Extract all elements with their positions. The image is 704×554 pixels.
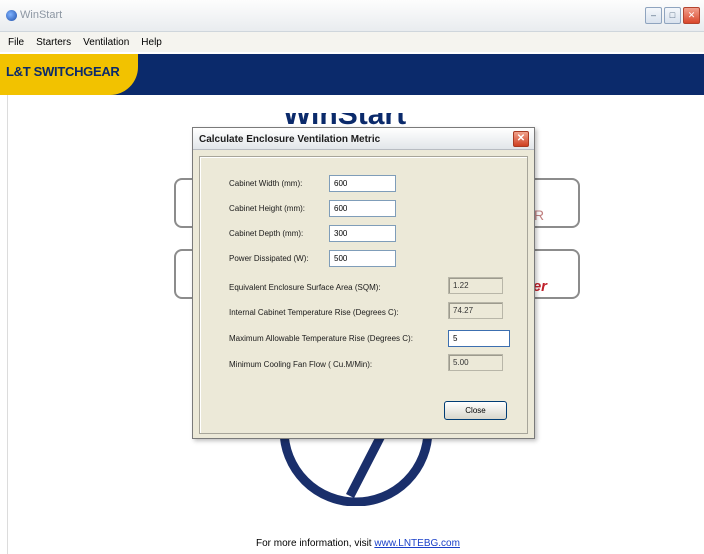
footer-text: For more information, visit www.LNTEBG.c… [256, 538, 460, 549]
ventilation-dialog: Calculate Enclosure Ventilation Metric ✕… [192, 127, 535, 439]
menu-ventilation[interactable]: Ventilation [83, 37, 129, 48]
footer-prefix: For more information, visit [256, 538, 372, 549]
menu-bar: File Starters Ventilation Help [0, 32, 704, 52]
window-title: WinStart [20, 9, 63, 21]
power-dissipated-label: Power Dissipated (W): [229, 254, 309, 263]
menu-starters[interactable]: Starters [36, 37, 71, 48]
lt-logo-graphic [279, 430, 433, 506]
window-controls: – □ ✕ [645, 7, 700, 24]
dialog-titlebar: Calculate Enclosure Ventilation Metric ✕ [193, 128, 534, 150]
window-titlebar: WinStart – □ ✕ [0, 0, 704, 32]
menu-file[interactable]: File [8, 37, 24, 48]
app-icon [6, 10, 17, 21]
cabinet-height-label: Cabinet Height (mm): [229, 204, 306, 213]
cabinet-depth-label: Cabinet Depth (mm): [229, 229, 304, 238]
surface-area-value: 1.22 [448, 277, 503, 294]
card-partial-label: R [534, 207, 545, 223]
brand-name: L&T SWITCHGEAR [6, 64, 120, 79]
cooling-fan-flow-value: 5.00 [448, 354, 503, 371]
cabinet-width-label: Cabinet Width (mm): [229, 179, 303, 188]
cabinet-width-input[interactable]: 600 [329, 175, 396, 192]
website-link[interactable]: www.LNTEBG.com [374, 538, 460, 549]
menu-help[interactable]: Help [141, 37, 162, 48]
close-window-button[interactable]: ✕ [683, 7, 700, 24]
brand-bar: L&T SWITCHGEAR [0, 54, 704, 95]
brand-logo: L&T SWITCHGEAR [0, 54, 138, 95]
close-button[interactable]: Close [444, 401, 507, 420]
max-temp-rise-label: Maximum Allowable Temperature Rise (Degr… [229, 334, 413, 343]
temperature-rise-label: Internal Cabinet Temperature Rise (Degre… [229, 308, 399, 317]
cabinet-height-input[interactable]: 600 [329, 200, 396, 217]
dialog-close-icon[interactable]: ✕ [513, 131, 529, 147]
temperature-rise-value: 74.27 [448, 302, 503, 319]
surface-area-label: Equivalent Enclosure Surface Area (SQM): [229, 283, 381, 292]
power-dissipated-input[interactable]: 500 [329, 250, 396, 267]
max-temp-rise-input[interactable]: 5 [448, 330, 510, 347]
cabinet-depth-input[interactable]: 300 [329, 225, 396, 242]
client-left-border [7, 95, 8, 554]
minimize-button[interactable]: – [645, 7, 662, 24]
dialog-title: Calculate Enclosure Ventilation Metric [199, 134, 381, 145]
maximize-button[interactable]: □ [664, 7, 681, 24]
dialog-body: Cabinet Width (mm): 600 Cabinet Height (… [199, 156, 528, 434]
cooling-fan-flow-label: Minimum Cooling Fan Flow ( Cu.M/Min): [229, 360, 373, 369]
